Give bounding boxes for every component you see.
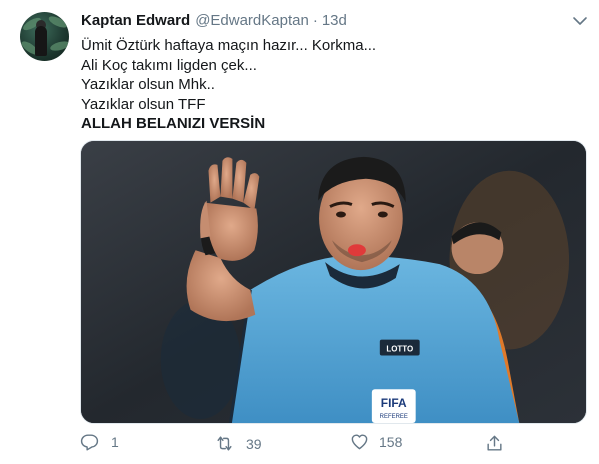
tweet-media-image[interactable]: FIFA REFEREE LOTTO xyxy=(80,140,587,424)
retweet-count: 39 xyxy=(246,435,262,452)
tweet-text-line: Ali Koç takımı ligden çek... xyxy=(81,56,257,74)
chevron-down-icon[interactable] xyxy=(572,14,588,28)
referee-photo: FIFA REFEREE LOTTO xyxy=(81,141,586,423)
author-name[interactable]: Kaptan Edward xyxy=(81,12,190,29)
reply-count: 1 xyxy=(111,433,119,450)
tweet-text-line: Ümit Öztürk haftaya maçın hazır... Korkm… xyxy=(81,37,377,54)
retweet-icon xyxy=(217,436,232,451)
share-button[interactable] xyxy=(485,434,504,453)
lotto-badge-text: LOTTO xyxy=(386,345,413,354)
reply-icon xyxy=(80,434,99,451)
reply-button[interactable]: 1 xyxy=(80,432,119,451)
tweet-text-line: Yazıklar olsun Mhk.. xyxy=(81,76,215,94)
like-count: 158 xyxy=(379,433,403,450)
like-icon xyxy=(351,434,368,450)
tweet-text-line: Yazıklar olsun TFF xyxy=(81,95,206,113)
fifa-badge-text: FIFA xyxy=(381,396,407,410)
separator-dot: · xyxy=(312,12,318,29)
tweet-timestamp[interactable]: 13d xyxy=(322,12,347,29)
share-icon xyxy=(487,435,502,451)
avatar[interactable] xyxy=(20,12,69,61)
tweet-text-bold-line: ALLAH BELANIZI VERSİN xyxy=(81,115,266,133)
tweet-text: Ümit Öztürk haftaya maçın hazır... Korkm… xyxy=(81,36,581,134)
tweet[interactable]: Kaptan Edward @EdwardKaptan · 13d Ümit Ö… xyxy=(0,0,599,464)
tweet-header: Kaptan Edward @EdwardKaptan · 13d xyxy=(81,12,347,32)
referee-badge-text: REFEREE xyxy=(380,414,408,420)
tweet-actions: 1 39 158 xyxy=(80,432,502,458)
like-button[interactable]: 158 xyxy=(350,432,402,451)
retweet-button[interactable]: 39 xyxy=(215,434,262,453)
author-handle[interactable]: @EdwardKaptan xyxy=(195,12,309,29)
